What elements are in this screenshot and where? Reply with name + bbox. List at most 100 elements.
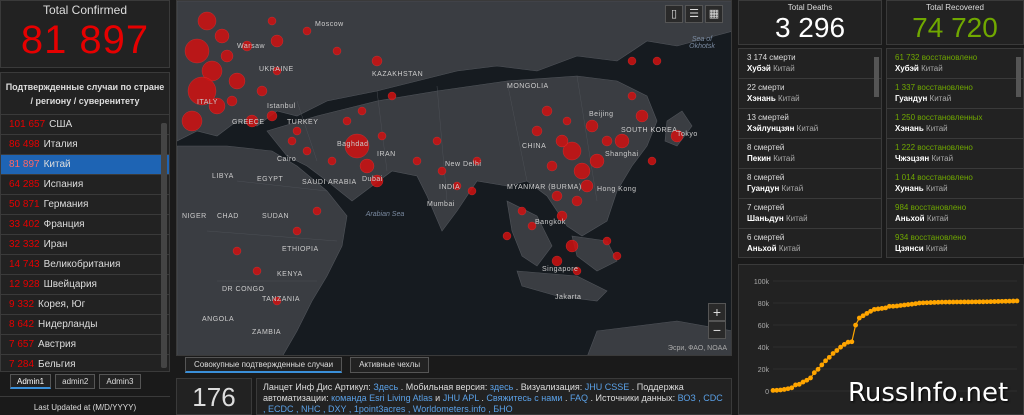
case-bubble[interactable] [565,239,579,253]
country-list-scrollbar[interactable] [161,123,167,368]
deaths-row[interactable]: 7 смертей Шаньдун Китай [739,199,881,229]
case-bubble[interactable] [502,231,512,241]
tab-admin2[interactable]: admin2 [55,374,96,389]
chart-point[interactable] [1014,298,1020,304]
chart-point[interactable] [826,354,832,360]
case-bubble[interactable] [256,85,268,97]
chart-point[interactable] [808,375,813,381]
case-bubble[interactable] [226,95,238,107]
case-bubble[interactable] [312,206,322,216]
case-bubble[interactable] [302,146,312,156]
case-bubble[interactable] [287,136,297,146]
recovered-row[interactable]: 1 014 восстановлено Хунань Китай [887,169,1023,199]
chart-point[interactable] [815,366,821,372]
country-row[interactable]: 8 642 Нидерланды [1,314,169,334]
chart-point[interactable] [853,322,858,328]
country-row[interactable]: 64 285 Испания [1,174,169,194]
case-bubble[interactable] [635,109,649,123]
case-bubble[interactable] [551,190,563,202]
link-article[interactable]: Здесь [373,382,398,392]
case-bubble[interactable] [357,106,367,116]
case-bubble[interactable] [332,46,342,56]
deaths-row[interactable]: 3 174 смерти Хубэй Китай [739,49,881,79]
case-bubble[interactable] [551,255,563,267]
country-row[interactable]: 14 743 Великобритания [1,254,169,274]
deaths-row[interactable]: 8 смертей Пекин Китай [739,139,881,169]
link-jhu-csse[interactable]: JHU CSSE [585,382,630,392]
case-bubble[interactable] [292,126,302,136]
country-row[interactable]: 81 897 Китай [1,154,169,174]
case-bubble[interactable] [371,55,383,67]
world-map[interactable]: Moscow Warsaw UKRAINE KAZAKHSTAN MONGOLI… [176,0,732,356]
recovered-row[interactable]: 934 восстановлено Цзянси Китай [887,229,1023,257]
deaths-row[interactable]: 22 смерти Хэнань Китай [739,79,881,109]
chart-point[interactable] [834,348,840,353]
case-bubble[interactable] [437,166,447,176]
case-bubble[interactable] [197,11,217,31]
case-bubble[interactable] [220,49,234,63]
deaths-list-scrollbar[interactable] [874,57,879,97]
country-row[interactable]: 50 871 Германия [1,194,169,214]
chart-point[interactable] [823,358,828,364]
recovered-row[interactable]: 1 337 восстановлено Гуандун Китай [887,79,1023,109]
case-bubble[interactable] [327,156,337,166]
country-row[interactable]: 9 332 Корея, Юг [1,294,169,314]
country-row[interactable]: 7 657 Австрия [1,334,169,354]
country-row[interactable]: 7 284 Бельгия [1,354,169,371]
chart-point[interactable] [811,370,817,376]
case-bubble[interactable] [214,28,230,44]
case-bubble[interactable] [541,105,553,117]
case-bubble[interactable] [602,236,612,246]
case-bubble[interactable] [387,91,397,101]
recovered-row[interactable]: 61 732 восстановлено Хубэй Китай [887,49,1023,79]
chart-point[interactable] [819,362,825,368]
case-bubble[interactable] [585,119,599,133]
case-bubble[interactable] [647,156,657,166]
case-bubble[interactable] [612,251,622,261]
case-bubble[interactable] [267,16,277,26]
case-bubble[interactable] [342,116,352,126]
case-bubble[interactable] [184,38,210,64]
link-faq[interactable]: FAQ [570,393,588,403]
case-bubble[interactable] [546,160,558,172]
case-bubble[interactable] [614,133,630,149]
country-row[interactable]: 86 498 Италия [1,134,169,154]
case-bubble[interactable] [517,206,527,216]
case-bubble[interactable] [292,226,302,236]
case-bubble[interactable] [589,153,605,169]
case-bubble[interactable] [377,131,387,141]
bookmark-icon[interactable]: ▯ [665,5,683,23]
zoom-out-button[interactable]: − [708,321,726,339]
deaths-row[interactable]: 13 смертей Хэйлунцзян Китай [739,109,881,139]
case-bubble[interactable] [432,136,442,146]
country-row[interactable]: 33 402 Франция [1,214,169,234]
case-bubble[interactable] [252,266,262,276]
tab-cumulative-confirmed[interactable]: Совокупные подтвержденные случаи [185,357,343,373]
case-bubble[interactable] [531,125,543,137]
case-bubble[interactable] [580,179,594,193]
link-mobile[interactable]: здесь [490,382,513,392]
case-bubble[interactable] [573,162,591,180]
case-bubble[interactable] [562,116,572,126]
zoom-in-button[interactable]: + [708,303,726,321]
case-bubble[interactable] [555,134,569,148]
chart-point[interactable] [789,385,795,391]
case-bubble[interactable] [302,26,312,36]
link-contact[interactable]: Свяжитесь с нами [486,393,562,403]
case-bubble[interactable] [232,246,242,256]
case-bubble[interactable] [601,135,613,147]
tab-admin1[interactable]: Admin1 [10,374,52,389]
recovered-row[interactable]: 1 250 восстановленных Хэнань Китай [887,109,1023,139]
recovered-row[interactable]: 1 222 восстановлено Чжэцзян Китай [887,139,1023,169]
case-bubble[interactable] [270,34,284,48]
case-bubble[interactable] [467,186,477,196]
link-esri-team[interactable]: команда Esri Living Atlas [331,393,433,403]
case-bubble[interactable] [652,56,662,66]
case-bubble[interactable] [266,110,278,122]
country-row[interactable]: 32 332 Иран [1,234,169,254]
case-bubble[interactable] [412,156,422,166]
chart-point[interactable] [849,339,855,345]
case-bubble[interactable] [571,195,583,207]
basemap-gallery-icon[interactable]: ▦ [705,5,723,23]
tab-admin3[interactable]: Admin3 [99,374,141,389]
